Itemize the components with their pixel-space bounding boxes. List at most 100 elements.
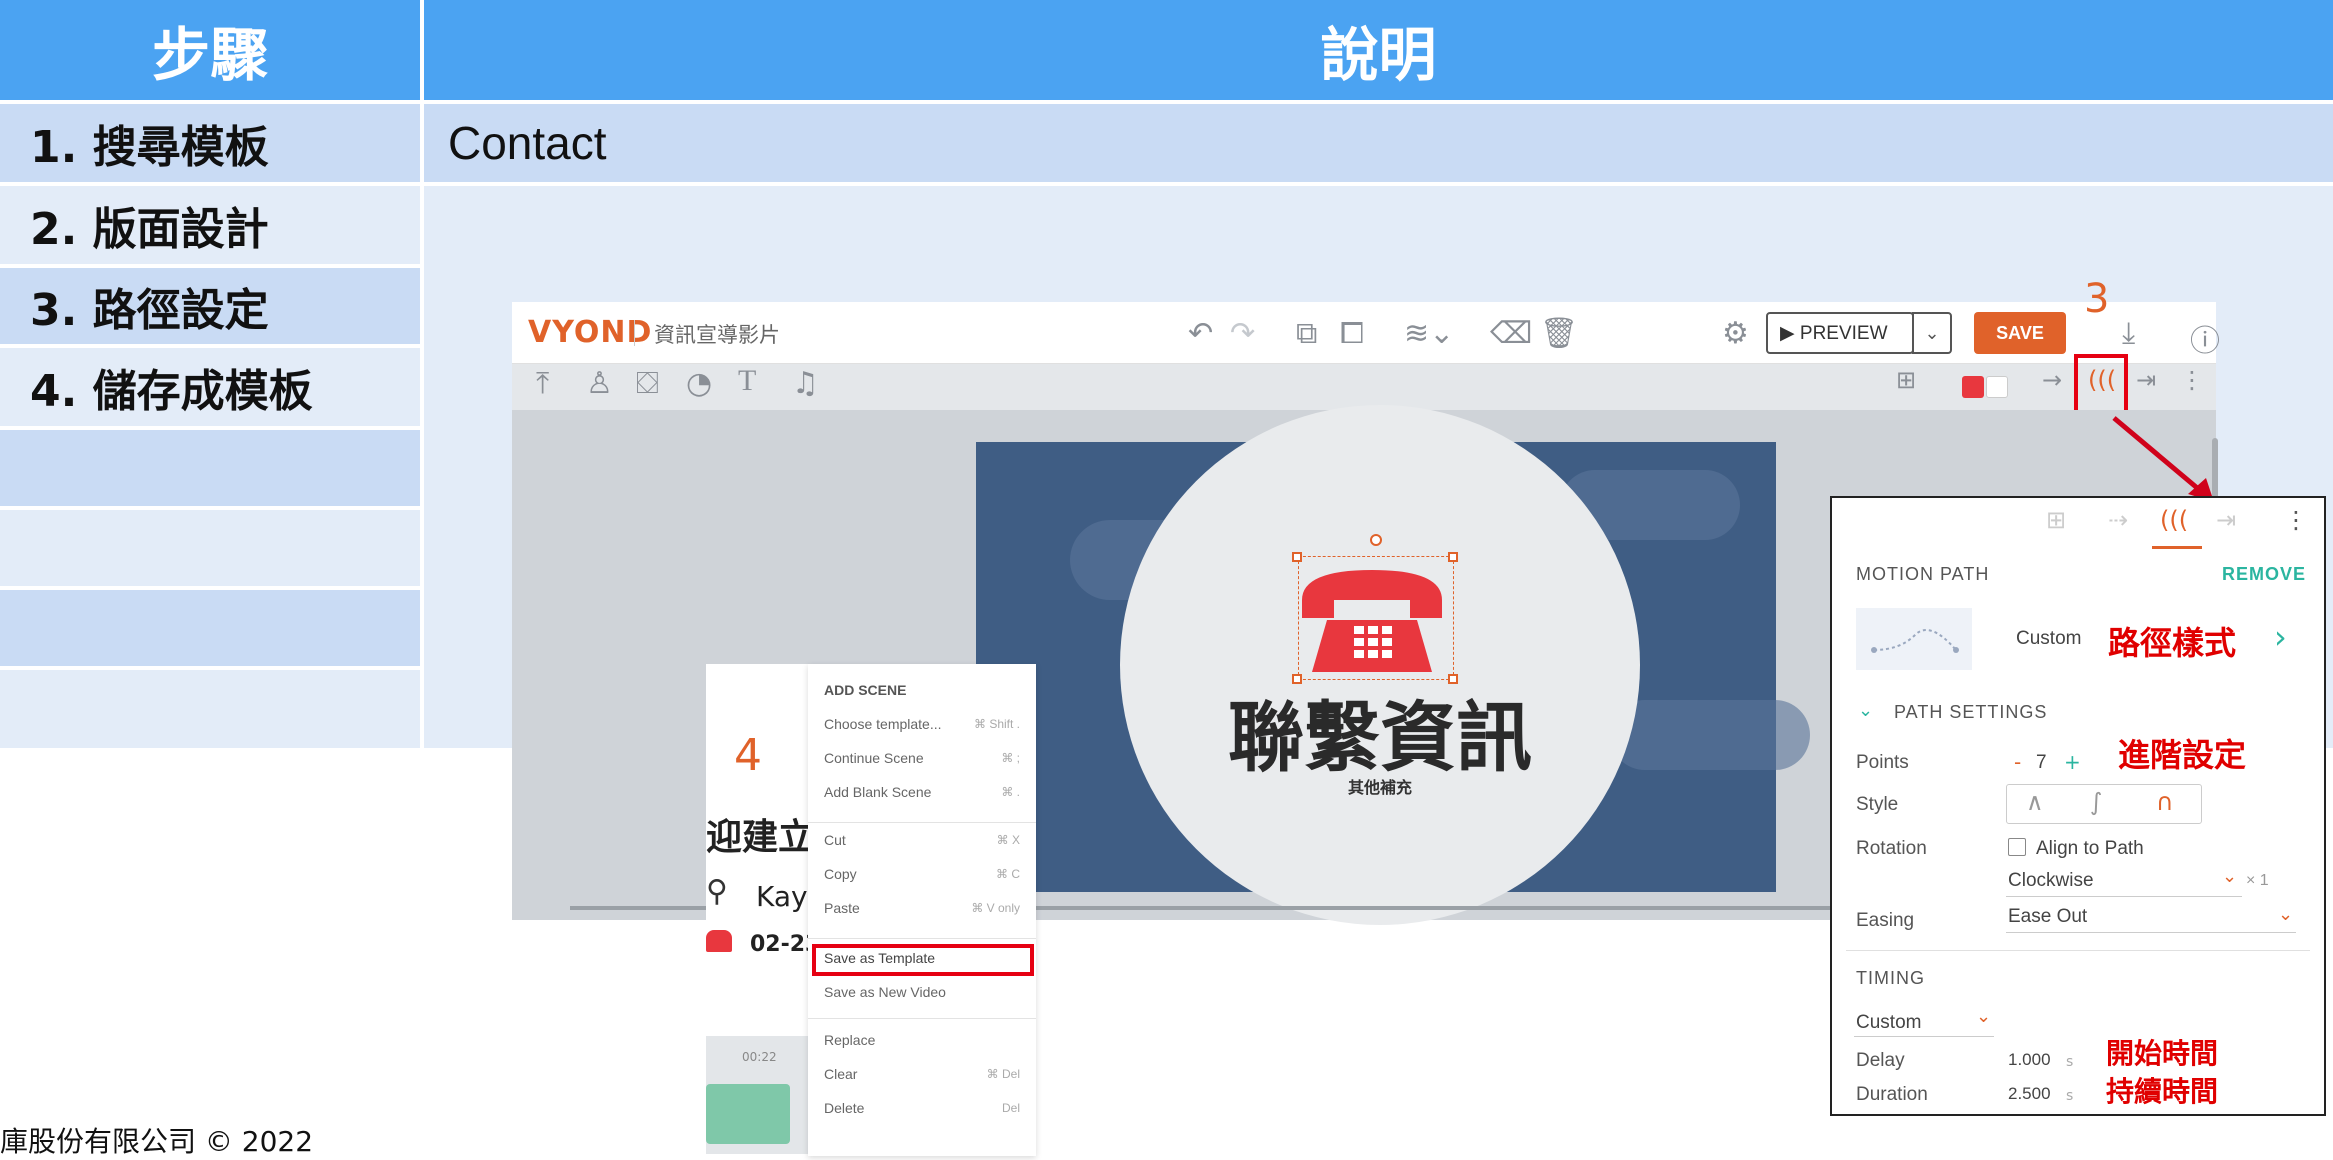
points-increment[interactable]: +	[2064, 750, 2081, 774]
redo-icon[interactable]: ↷	[1230, 316, 1255, 351]
easing-value[interactable]: Ease Out	[2008, 906, 2087, 928]
rotation-times[interactable]: × 1	[2246, 872, 2269, 890]
easing-label: Easing	[1856, 910, 1915, 931]
color-swatch-red[interactable]	[1962, 376, 1984, 398]
step-3: 3. 路徑設定	[0, 268, 420, 344]
project-title[interactable]: 資訊宣導影片	[654, 319, 780, 349]
step-3-label: 3. 路徑設定	[30, 285, 269, 336]
menu-item-label: Choose template...	[824, 716, 942, 732]
menu-item-shortcut: Del	[1001, 1101, 1020, 1115]
menu-item-paste[interactable]: Paste ⌘ V only	[824, 900, 1020, 924]
music-icon[interactable]: ♫	[792, 366, 819, 401]
slide-subtitle[interactable]: 其他補充	[1200, 774, 1560, 798]
text-icon[interactable]: T	[738, 364, 756, 398]
asset-toolbar	[512, 364, 2216, 410]
style-angle-icon[interactable]: ∧	[2026, 788, 2044, 816]
points-label: Points	[1856, 752, 1909, 773]
slide-title[interactable]: 聯繫資訊	[1200, 676, 1560, 786]
bg-name-partial: Kay	[756, 880, 808, 913]
scene-thumbnail[interactable]	[706, 1084, 790, 1144]
empty-row	[0, 430, 420, 506]
menu-item-save-as-new-video[interactable]: Save as New Video	[824, 984, 1020, 1008]
empty-row	[0, 510, 420, 586]
settings-gear-icon[interactable]: ⚙︎	[1722, 316, 1749, 351]
panel-divider	[1846, 950, 2310, 951]
menu-item-choose-template[interactable]: Choose template... ⌘ Shift .	[824, 716, 1020, 740]
menu-item-cut[interactable]: Cut ⌘ X	[824, 832, 1020, 856]
menu-item-delete[interactable]: Delete Del	[824, 1100, 1020, 1124]
menu-item-copy[interactable]: Copy ⌘ C	[824, 866, 1020, 890]
step-2: 2. 版面設計	[0, 186, 420, 264]
delay-value[interactable]: 1.000	[2008, 1050, 2051, 1070]
rotation-direction[interactable]: Clockwise	[2008, 870, 2094, 892]
align-to-path-checkbox[interactable]	[2008, 838, 2026, 856]
path-style-value[interactable]: Custom	[2016, 628, 2081, 650]
timing-dropdown-icon[interactable]: ⌄	[1976, 1006, 1991, 1027]
menu-item-label: ADD SCENE	[824, 682, 907, 698]
rotation-dropdown-icon[interactable]: ⌄	[2222, 866, 2237, 887]
active-tab-underline	[2152, 546, 2202, 549]
resize-handle[interactable]	[1448, 552, 1458, 562]
character-icon[interactable]: ♙	[586, 366, 613, 401]
chart-icon[interactable]: ◔	[686, 366, 712, 401]
rotate-handle[interactable]	[1370, 534, 1382, 546]
style-label: Style	[1856, 794, 1899, 815]
align-to-path-label: Align to Path	[2036, 838, 2144, 859]
panel-group-icon[interactable]: ⊞	[2046, 506, 2066, 534]
contact-text: Contact	[448, 117, 607, 169]
menu-item-replace[interactable]: Replace	[824, 1032, 1020, 1056]
duration-value[interactable]: 2.500	[2008, 1084, 2051, 1104]
preview-dropdown-button[interactable]: ⌄	[1912, 312, 1952, 354]
color-swatch-white[interactable]	[1986, 376, 2008, 398]
preview-button[interactable]: ▶ PREVIEW	[1766, 312, 1914, 354]
resize-handle[interactable]	[1292, 552, 1302, 562]
duration-note: 持續時間	[2106, 1075, 2219, 1108]
delay-label: Delay	[1856, 1050, 1905, 1071]
layers-icon[interactable]: ≋⌄	[1404, 316, 1454, 351]
timeline-time: 00:22	[742, 1050, 777, 1064]
paste-icon[interactable]: ⧠	[1340, 316, 1364, 351]
menu-item-clear[interactable]: Clear ⌘ Del	[824, 1066, 1020, 1090]
easing-dropdown-icon[interactable]: ⌄	[2278, 904, 2293, 925]
style-arc-icon[interactable]: ∩	[2156, 788, 2174, 816]
chevron-down-icon[interactable]: ⌄	[1858, 700, 1873, 721]
menu-item-shortcut: ⌘ X	[996, 833, 1020, 847]
menu-divider	[808, 1018, 1036, 1019]
props-icon[interactable]: ⛋	[636, 366, 659, 401]
menu-item-add-blank-scene[interactable]: Add Blank Scene ⌘ .	[824, 784, 1020, 808]
menu-item-continue-scene[interactable]: Continue Scene ⌘ ;	[824, 750, 1020, 774]
group-icon[interactable]: ⊞	[1896, 366, 1916, 394]
points-value[interactable]: 7	[2036, 752, 2047, 774]
undo-icon[interactable]: ↶	[1188, 316, 1213, 351]
panel-more-icon[interactable]: ⋮	[2284, 506, 2308, 534]
help-icon[interactable]: ⓘ	[2190, 316, 2220, 360]
menu-item-shortcut: ⌘ .	[1001, 785, 1020, 799]
download-icon[interactable]: ⤓	[2122, 316, 2135, 351]
save-button[interactable]: SAVE	[1974, 312, 2066, 354]
points-decrement[interactable]: -	[2014, 750, 2021, 774]
cloud-shape	[1610, 700, 1810, 770]
menu-item-shortcut: ⌘ C	[996, 867, 1020, 881]
rotation-label: Rotation	[1856, 838, 1927, 859]
style-curve-icon[interactable]: ∫	[2090, 788, 2103, 816]
panel-exit-icon[interactable]: ⇥	[2216, 506, 2236, 534]
panel-enter-icon[interactable]: ⇢	[2108, 506, 2128, 534]
menu-item-label: Clear	[824, 1066, 858, 1082]
clear-icon[interactable]: ⌫	[1490, 316, 1532, 351]
upload-icon[interactable]: ⤒	[536, 366, 549, 401]
remove-button[interactable]: REMOVE	[2222, 564, 2306, 585]
menu-item-label: Save as New Video	[824, 984, 946, 1000]
exit-effect-icon[interactable]: ⇥	[2136, 366, 2156, 394]
copy-icon[interactable]: ⧉	[1296, 316, 1317, 351]
panel-motion-icon[interactable]: (((	[2160, 506, 2188, 534]
chevron-right-icon[interactable]: ›	[2274, 618, 2287, 656]
step-4: 4. 儲存成模板	[0, 348, 420, 426]
duration-unit: s	[2066, 1088, 2074, 1104]
more-icon[interactable]: ⋮	[2180, 366, 2204, 394]
trash-icon[interactable]: 🗑︎	[1540, 316, 1578, 351]
curve-path-icon	[1871, 629, 1959, 653]
bg-title-partial: 迎建立	[706, 817, 815, 858]
enter-effect-icon[interactable]: →	[2042, 366, 2062, 394]
timing-mode[interactable]: Custom	[1856, 1012, 1921, 1034]
path-settings-heading[interactable]: PATH SETTINGS	[1894, 702, 2047, 723]
